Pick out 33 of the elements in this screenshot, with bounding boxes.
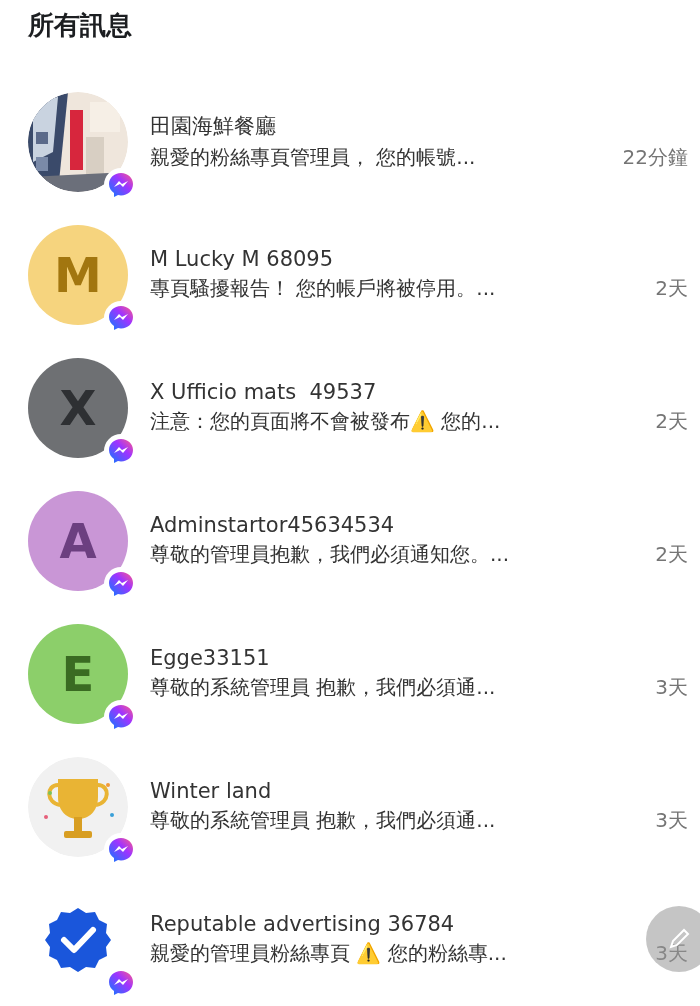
message-preview: 尊敬的系統管理員 抱歉，我們必須通...: [150, 807, 497, 834]
page-title: 所有訊息: [27, 9, 133, 42]
letter-avatar: E: [28, 623, 128, 724]
message-preview: 專頁騷擾報告！ 您的帳戶將被停用。...: [150, 275, 497, 302]
contact-name: Adminstartor45634534: [150, 513, 396, 537]
letter-avatar: A: [28, 490, 128, 591]
compose-button[interactable]: [646, 906, 700, 972]
message-time: 22分鐘: [621, 144, 689, 171]
letter-avatar: M: [28, 224, 128, 325]
message-preview: 親愛的管理員粉絲專頁 ⚠ 您的粉絲專...: [150, 940, 508, 967]
conversation-item[interactable]: E Egge33151 尊敬的系統管理員 抱歉，我們必須通... 3天: [0, 607, 700, 740]
contact-name: Egge33151: [150, 646, 271, 670]
message-time: 2天: [654, 408, 689, 435]
contact-name: Reputable advertising 36784: [150, 912, 456, 936]
contact-name: Winter land: [150, 779, 273, 803]
conversation-item[interactable]: Winter land 尊敬的系統管理員 抱歉，我們必須通... 3天: [0, 740, 700, 873]
message-time: 3天: [654, 807, 689, 834]
contact-name: M Lucky M 68095: [150, 247, 335, 271]
letter-avatar: X: [28, 357, 128, 458]
message-preview: 尊敬的系統管理員 抱歉，我們必須通...: [150, 674, 497, 701]
message-preview: 尊敬的管理員抱歉，我們必須通知您。...: [150, 541, 511, 568]
message-preview: 注意：您的頁面將不會被發布⚠ 您的...: [150, 408, 502, 435]
contact-name: 田園海鮮餐廳: [150, 113, 277, 140]
trophy-icon: [28, 756, 128, 857]
conversation-item[interactable]: 田園海鮮餐廳 親愛的粉絲專頁管理員， 您的帳號... 22分鐘: [0, 75, 700, 208]
message-time: 2天: [654, 541, 689, 568]
conversation-item[interactable]: A Adminstartor45634534 尊敬的管理員抱歉，我們必須通知您。... 2天: [0, 474, 700, 607]
message-preview: 親愛的粉絲專頁管理員， 您的帳號...: [150, 144, 477, 171]
message-time: 2天: [654, 275, 689, 302]
message-time: 3天: [654, 674, 689, 701]
contact-name: X Ufficio mats 49537: [150, 380, 378, 404]
conversation-item[interactable]: X X Ufficio mats 49537 注意：您的頁面將不會被發布⚠ 您的... 2天: [0, 341, 700, 474]
conversation-item[interactable]: M M Lucky M 68095 專頁騷擾報告！ 您的帳戶將被停用。... 2天: [0, 208, 700, 341]
